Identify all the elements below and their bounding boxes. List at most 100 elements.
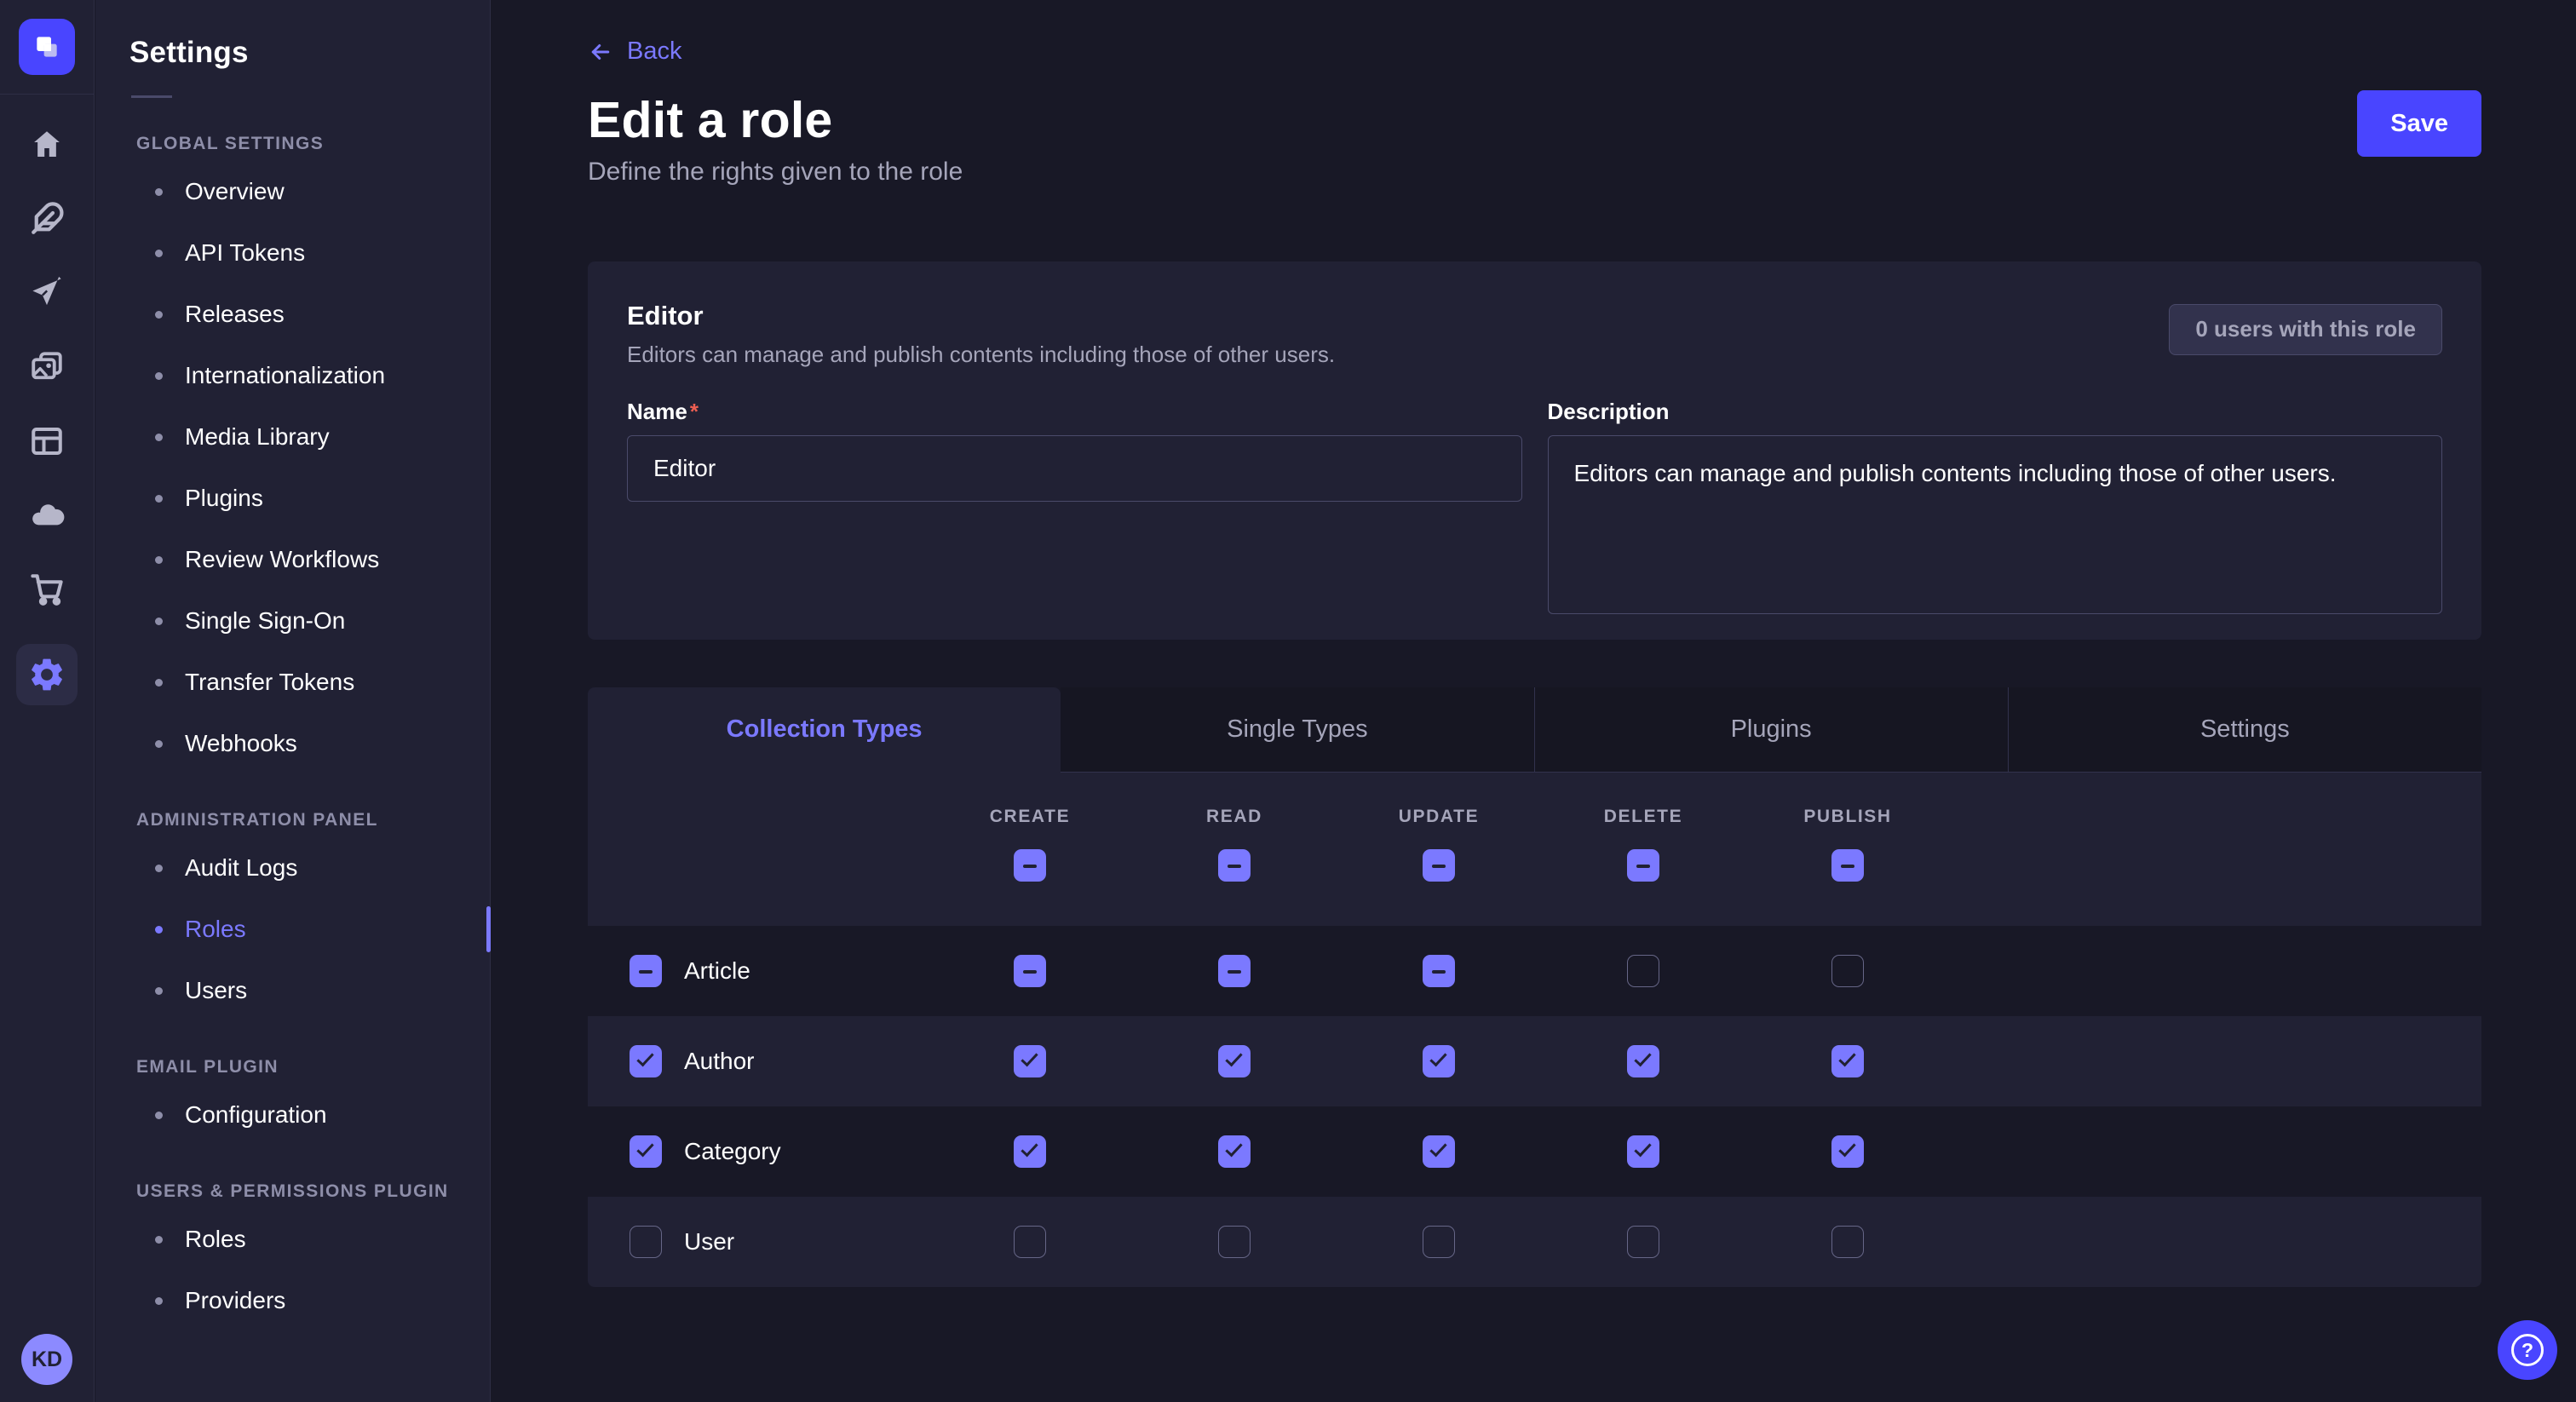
description-label: Description xyxy=(1548,399,1670,424)
description-textarea[interactable]: Editors can manage and publish contents … xyxy=(1548,435,2443,614)
perm-columns: CREATEREADUPDATEDELETEPUBLISH xyxy=(588,807,2481,827)
perm-selectall-cell xyxy=(1541,849,1745,882)
checkbox-user-update[interactable] xyxy=(1423,1226,1455,1258)
sidebar-item-label: Releases xyxy=(185,301,285,328)
sidebar-item-webhooks[interactable]: Webhooks xyxy=(95,713,490,774)
checkbox-author-publish[interactable] xyxy=(1831,1045,1864,1077)
row-checkbox-author[interactable] xyxy=(630,1045,662,1077)
sidebar-item-transfer-tokens[interactable]: Transfer Tokens xyxy=(95,652,490,713)
checkbox-category-delete[interactable] xyxy=(1627,1135,1659,1168)
selectall-checkbox-read[interactable] xyxy=(1218,849,1251,882)
perm-column-label: DELETE xyxy=(1604,807,1682,827)
checkbox-article-update[interactable] xyxy=(1423,955,1455,987)
tab-plugins[interactable]: Plugins xyxy=(1534,687,2008,773)
gear-icon[interactable] xyxy=(16,644,78,705)
bullet-icon xyxy=(155,618,163,625)
checkbox-mark-icon xyxy=(1634,1049,1651,1066)
checkbox-author-create[interactable] xyxy=(1014,1045,1046,1077)
sidebar-item-roles[interactable]: Roles xyxy=(95,1209,490,1270)
sidebar-item-label: Providers xyxy=(185,1287,285,1314)
sidebar-item-single-sign-on[interactable]: Single Sign-On xyxy=(95,590,490,652)
checkbox-article-delete[interactable] xyxy=(1627,955,1659,987)
sidebar-item-label: Internationalization xyxy=(185,362,385,389)
sidebar-item-plugins[interactable]: Plugins xyxy=(95,468,490,529)
checkbox-mark-icon xyxy=(1228,970,1241,974)
checkbox-mark-icon xyxy=(1228,865,1241,868)
perm-cell xyxy=(928,1135,1132,1168)
checkbox-article-create[interactable] xyxy=(1014,955,1046,987)
checkbox-category-update[interactable] xyxy=(1423,1135,1455,1168)
sidebar-item-label: API Tokens xyxy=(185,239,305,267)
tab-settings[interactable]: Settings xyxy=(2008,687,2481,773)
sidebar-title-rule xyxy=(131,95,172,98)
sidebar-item-releases[interactable]: Releases xyxy=(95,284,490,345)
sidebar-item-overview[interactable]: Overview xyxy=(95,161,490,222)
bullet-icon xyxy=(155,372,163,380)
sidebar-item-roles[interactable]: Roles xyxy=(95,899,490,960)
selectall-checkbox-create[interactable] xyxy=(1014,849,1046,882)
perm-selectall-cell xyxy=(1745,849,1950,882)
cloud-icon[interactable] xyxy=(27,496,66,535)
bullet-icon xyxy=(155,1297,163,1305)
checkbox-article-publish[interactable] xyxy=(1831,955,1864,987)
perm-column-read: READ xyxy=(1132,807,1337,827)
users-with-role-badge[interactable]: 0 users with this role xyxy=(2169,304,2442,355)
checkbox-user-read[interactable] xyxy=(1218,1226,1251,1258)
checkbox-mark-icon xyxy=(1634,1139,1651,1157)
sidebar-item-media-library[interactable]: Media Library xyxy=(95,406,490,468)
checkbox-user-publish[interactable] xyxy=(1831,1226,1864,1258)
layout-icon[interactable] xyxy=(27,422,66,461)
tab-single-types[interactable]: Single Types xyxy=(1061,687,1533,773)
perm-selectall-cell xyxy=(1337,849,1541,882)
back-link[interactable]: Back xyxy=(588,37,681,66)
name-input[interactable] xyxy=(627,435,1522,502)
sidebar-item-configuration[interactable]: Configuration xyxy=(95,1084,490,1146)
perm-column-delete: DELETE xyxy=(1541,807,1745,827)
permissions-tabs: Collection TypesSingle TypesPluginsSetti… xyxy=(588,687,2481,773)
checkbox-category-read[interactable] xyxy=(1218,1135,1251,1168)
checkbox-mark-icon xyxy=(1841,865,1854,868)
checkbox-mark-icon xyxy=(1429,1049,1446,1066)
required-asterisk: * xyxy=(690,399,699,424)
media-library-icon[interactable] xyxy=(27,348,66,387)
perm-cell xyxy=(928,955,1132,987)
sidebar-item-internationalization[interactable]: Internationalization xyxy=(95,345,490,406)
row-checkbox-category[interactable] xyxy=(630,1135,662,1168)
tab-collection-types[interactable]: Collection Types xyxy=(588,687,1061,773)
perm-row-label: Article xyxy=(684,957,750,985)
sidebar-item-label: Audit Logs xyxy=(185,854,297,882)
strapi-logo[interactable] xyxy=(19,19,75,75)
help-button[interactable]: ? xyxy=(2498,1320,2557,1380)
sidebar-item-review-workflows[interactable]: Review Workflows xyxy=(95,529,490,590)
sidebar-item-providers[interactable]: Providers xyxy=(95,1270,490,1331)
checkbox-author-delete[interactable] xyxy=(1627,1045,1659,1077)
row-checkbox-article[interactable] xyxy=(630,955,662,987)
sidebar-item-api-tokens[interactable]: API Tokens xyxy=(95,222,490,284)
avatar[interactable]: KD xyxy=(21,1334,72,1385)
sidebar-title: Settings xyxy=(129,36,490,70)
checkbox-author-read[interactable] xyxy=(1218,1045,1251,1077)
selectall-checkbox-update[interactable] xyxy=(1423,849,1455,882)
sidebar-item-label: Users xyxy=(185,977,247,1004)
sidebar-item-audit-logs[interactable]: Audit Logs xyxy=(95,837,490,899)
checkbox-user-delete[interactable] xyxy=(1627,1226,1659,1258)
save-button[interactable]: Save xyxy=(2357,90,2481,157)
perm-selectall-cell xyxy=(928,849,1132,882)
home-icon[interactable] xyxy=(27,125,66,164)
shopping-cart-icon[interactable] xyxy=(27,570,66,609)
sidebar-item-label: Configuration xyxy=(185,1101,327,1129)
checkbox-category-create[interactable] xyxy=(1014,1135,1046,1168)
checkbox-article-read[interactable] xyxy=(1218,955,1251,987)
perm-cell xyxy=(1541,1135,1745,1168)
sidebar-item-users[interactable]: Users xyxy=(95,960,490,1021)
perm-cell xyxy=(928,1045,1132,1077)
checkbox-user-create[interactable] xyxy=(1014,1226,1046,1258)
perm-cell xyxy=(1541,1226,1745,1258)
selectall-checkbox-publish[interactable] xyxy=(1831,849,1864,882)
feather-icon[interactable] xyxy=(27,199,66,238)
checkbox-author-update[interactable] xyxy=(1423,1045,1455,1077)
selectall-checkbox-delete[interactable] xyxy=(1627,849,1659,882)
row-checkbox-user[interactable] xyxy=(630,1226,662,1258)
checkbox-category-publish[interactable] xyxy=(1831,1135,1864,1168)
paper-plane-icon[interactable] xyxy=(27,273,66,313)
